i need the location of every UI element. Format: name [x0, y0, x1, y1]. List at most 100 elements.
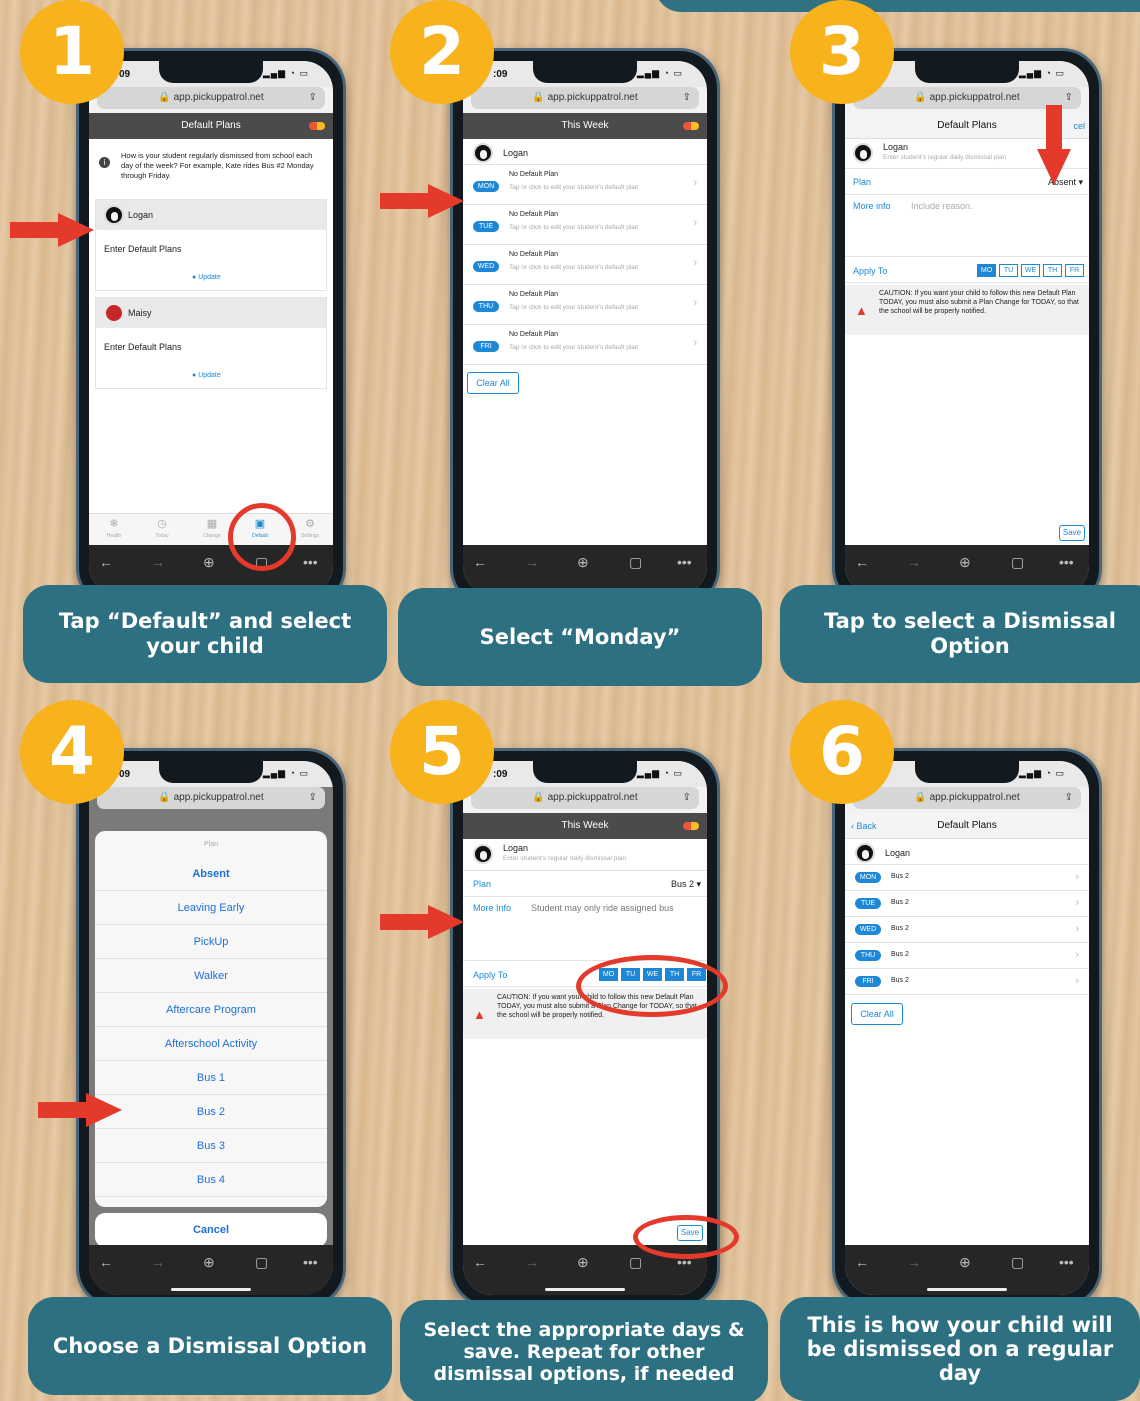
option-afterschool[interactable]: Afterschool Activity	[95, 1027, 327, 1061]
logo	[309, 122, 325, 130]
more-info-row[interactable]: More Info Student may only ride assigned …	[463, 897, 707, 961]
more-info-input[interactable]: Include reason.	[911, 201, 973, 211]
more-info-input[interactable]: Student may only ride assigned bus	[531, 903, 674, 913]
tabs-icon[interactable]: ▢	[629, 554, 642, 571]
calendar-icon[interactable]: ▦	[199, 517, 225, 530]
pointer-arrow	[38, 1093, 124, 1127]
cancel-button[interactable]: Cancel	[95, 1213, 327, 1247]
day-row[interactable]: THU No Default Plan Tap or click to edit y…	[463, 285, 707, 325]
phone: 09 ▂▄▆ ◔ ▭ 🔒 app.pickuppatrol.net ⇪ Defaul…	[76, 48, 346, 608]
clear-all-button[interactable]: Clear All	[851, 1003, 903, 1025]
step-6: 6 ▂▄▆ ◔ ▭ 🔒 app.pickuppatrol.net ⇪ ‹ Back…	[760, 700, 1140, 1401]
share-icon[interactable]: ⇪	[309, 787, 317, 809]
back-icon[interactable]: ←	[855, 1254, 869, 1270]
url-bar[interactable]: 🔒 app.pickuppatrol.net ⇪	[97, 787, 325, 809]
day-row[interactable]: FRI No Default Plan Tap or click to edit y…	[463, 325, 707, 365]
plus-icon[interactable]: ⊕	[577, 554, 589, 571]
share-icon[interactable]: ⇪	[1065, 787, 1073, 809]
step-caption: Tap to select a Dismissal Option	[780, 585, 1140, 683]
url-bar[interactable]: 🔒 app.pickuppatrol.net ⇪	[471, 87, 699, 109]
option-bus-3[interactable]: Bus 3	[95, 1129, 327, 1163]
save-button[interactable]: Save	[1059, 525, 1085, 541]
option-leaving-early[interactable]: Leaving Early	[95, 891, 327, 925]
plan-select[interactable]: Bus 2 ▾	[671, 879, 701, 890]
option-pickup[interactable]: PickUp	[95, 925, 327, 959]
back-icon[interactable]: ←	[99, 1254, 113, 1270]
back-icon[interactable]: ←	[473, 554, 487, 570]
highlight-ellipse	[633, 1215, 739, 1259]
forward-icon[interactable]: →	[525, 1254, 539, 1270]
child-card-logan[interactable]: Logan Enter Default Plans ● Update	[95, 199, 327, 291]
tabs-icon[interactable]: ▢	[1011, 1254, 1024, 1271]
option-absent[interactable]: Absent	[95, 857, 327, 891]
plan-row[interactable]: Plan Bus 2 ▾	[463, 871, 707, 897]
plus-icon[interactable]: ⊕	[203, 1254, 215, 1271]
caution-box: ▲ CAUTION: If you want your child to fol…	[845, 285, 1089, 335]
option-walker[interactable]: Walker	[95, 959, 327, 993]
day-row[interactable]: MON Bus 2 ›	[845, 865, 1089, 891]
update-button[interactable]: ● Update	[192, 274, 221, 281]
share-icon[interactable]: ⇪	[683, 787, 691, 809]
more-icon[interactable]: •••	[303, 554, 318, 570]
day-toggle[interactable]: FR	[1065, 264, 1084, 277]
option-bus-1[interactable]: Bus 1	[95, 1061, 327, 1095]
day-row[interactable]: FRI Bus 2 ›	[845, 969, 1089, 995]
share-icon[interactable]: ⇪	[309, 87, 317, 109]
day-row[interactable]: MON No Default Plan Tap or click to edit y…	[463, 165, 707, 205]
day-toggle[interactable]: WE	[1021, 264, 1040, 277]
more-info-row[interactable]: More info Include reason.	[845, 195, 1089, 257]
back-icon[interactable]: ←	[473, 1254, 487, 1270]
more-icon[interactable]: •••	[1059, 1254, 1074, 1270]
clock-icon[interactable]: ◷	[149, 517, 175, 530]
step-caption: Select the appropriate days & save. Repe…	[400, 1300, 768, 1401]
day-toggle[interactable]: MO	[977, 264, 996, 277]
forward-icon[interactable]: →	[525, 554, 539, 570]
child-card-maisy[interactable]: Maisy Enter Default Plans ● Update	[95, 297, 327, 389]
more-icon[interactable]: •••	[303, 1254, 318, 1270]
day-row[interactable]: WED Bus 2 ›	[845, 917, 1089, 943]
back-link[interactable]: ‹ Back	[851, 813, 877, 839]
day-toggle[interactable]: TH	[1043, 264, 1062, 277]
tabs-icon[interactable]: ▢	[629, 1254, 642, 1271]
option-aftercare[interactable]: Aftercare Program	[95, 993, 327, 1027]
phone: ▂▄▆ ◔ ▭ 🔒 app.pickuppatrol.net ⇪ ‹ Back De…	[832, 748, 1102, 1308]
plus-icon[interactable]: ⊕	[577, 1254, 589, 1271]
url-bar[interactable]: 🔒 app.pickuppatrol.net ⇪	[97, 87, 325, 109]
day-toggle[interactable]: TU	[999, 264, 1018, 277]
option-bus-4[interactable]: Bus 4	[95, 1163, 327, 1197]
warning-icon: ▲	[473, 1007, 486, 1022]
tabs-icon[interactable]: ▢	[255, 1254, 268, 1271]
plus-icon[interactable]: ⊕	[959, 554, 971, 571]
health-icon[interactable]: ❄	[101, 517, 127, 530]
plus-icon[interactable]: ⊕	[203, 554, 215, 571]
step-number: 3	[790, 0, 894, 104]
pointer-arrow	[380, 184, 466, 218]
forward-icon[interactable]: →	[907, 554, 921, 570]
day-row[interactable]: THU Bus 2 ›	[845, 943, 1089, 969]
more-icon[interactable]: •••	[677, 554, 692, 570]
gear-icon[interactable]: ⚙	[297, 517, 323, 530]
url-bar[interactable]: 🔒 app.pickuppatrol.net ⇪	[471, 787, 699, 809]
pointer-arrow-down	[1037, 105, 1071, 185]
more-icon[interactable]: •••	[1059, 554, 1074, 570]
tabs-icon[interactable]: ▢	[1011, 554, 1024, 571]
prompt: Enter Default Plans	[104, 244, 182, 254]
option-bus-2[interactable]: Bus 2	[95, 1095, 327, 1129]
back-icon[interactable]: ←	[855, 554, 869, 570]
clear-all-button[interactable]: Clear All	[467, 372, 519, 394]
forward-icon[interactable]: →	[151, 1254, 165, 1270]
day-row[interactable]: WED No Default Plan Tap or click to edit y…	[463, 245, 707, 285]
update-button[interactable]: ● Update	[192, 372, 221, 379]
logo	[683, 122, 699, 130]
url-bar[interactable]: 🔒 app.pickuppatrol.net ⇪	[853, 787, 1081, 809]
share-icon[interactable]: ⇪	[683, 87, 691, 109]
day-row[interactable]: TUE No Default Plan Tap or click to edit y…	[463, 205, 707, 245]
info-icon: i	[99, 157, 110, 168]
forward-icon[interactable]: →	[151, 554, 165, 570]
back-icon[interactable]: ←	[99, 554, 113, 570]
forward-icon[interactable]: →	[907, 1254, 921, 1270]
child-name: Maisy	[128, 308, 152, 318]
plus-icon[interactable]: ⊕	[959, 1254, 971, 1271]
cancel-link[interactable]: cel	[1073, 113, 1085, 139]
day-row[interactable]: TUE Bus 2 ›	[845, 891, 1089, 917]
